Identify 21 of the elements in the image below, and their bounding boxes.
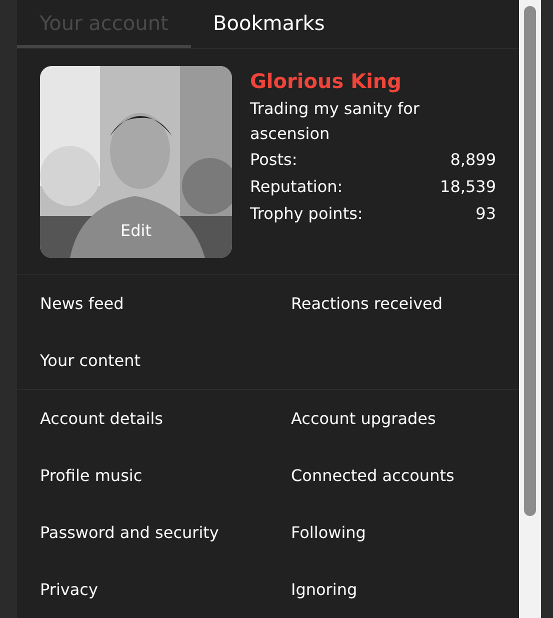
stat-label: Posts: bbox=[250, 149, 298, 171]
menu-link[interactable]: Account upgrades bbox=[268, 390, 509, 447]
menu-link[interactable]: Privacy bbox=[17, 561, 268, 618]
menu-link[interactable]: Profile music bbox=[17, 447, 268, 504]
menu-link[interactable]: Connected accounts bbox=[268, 447, 509, 504]
stat-label: Trophy points: bbox=[250, 203, 363, 225]
menu-link[interactable]: Reactions received bbox=[268, 275, 509, 332]
menu-link[interactable]: Following bbox=[268, 504, 509, 561]
stat-value: 18,539 bbox=[440, 176, 496, 198]
stat-value: 8,899 bbox=[450, 149, 496, 171]
menu-link[interactable]: Account details bbox=[17, 390, 268, 447]
username[interactable]: Glorious King bbox=[250, 66, 496, 96]
stat-label: Reputation: bbox=[250, 176, 343, 198]
tab[interactable]: Bookmarks bbox=[191, 0, 347, 48]
menu-link[interactable]: News feed bbox=[17, 275, 268, 332]
tagline: Trading my sanity for ascension bbox=[250, 98, 420, 145]
menu-link[interactable]: Your content bbox=[17, 332, 268, 389]
stat-value: 93 bbox=[476, 203, 496, 225]
scrollbar[interactable] bbox=[519, 0, 541, 618]
menu-link[interactable]: Ignoring bbox=[268, 561, 509, 618]
menu-link[interactable]: Password and security bbox=[17, 504, 268, 561]
